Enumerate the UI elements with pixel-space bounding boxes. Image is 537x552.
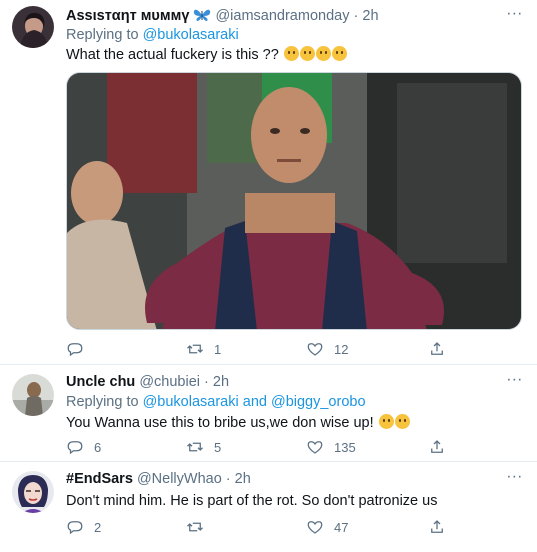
- reply-icon: [67, 441, 83, 455]
- timestamp[interactable]: 2h: [362, 8, 378, 24]
- retweet-button[interactable]: 1: [186, 340, 221, 358]
- tears-of-joy-emoji-icon: [378, 414, 394, 429]
- mention-link[interactable]: @bukolasaraki: [143, 394, 239, 410]
- user-handle[interactable]: @NellyWhao: [137, 471, 222, 487]
- like-button[interactable]: 135: [306, 438, 356, 456]
- reply-icon: [67, 521, 83, 535]
- butterfly-emoji-icon: [193, 8, 211, 26]
- reply-button[interactable]: 2: [66, 518, 101, 536]
- retweet-icon: [187, 522, 203, 532]
- retweet-icon: [187, 442, 203, 452]
- reply-button[interactable]: 6: [66, 438, 101, 456]
- tweet-text-content: You Wanna use this to bribe us,we don wi…: [66, 415, 374, 431]
- heart-icon: [307, 521, 323, 534]
- raised-eyebrow-emoji-icon: [283, 46, 299, 61]
- retweet-button[interactable]: [186, 518, 214, 536]
- timestamp[interactable]: 2h: [235, 471, 251, 487]
- tweet-text: Don't mind him. He is part of the rot. S…: [66, 493, 437, 509]
- share-button[interactable]: [428, 518, 446, 536]
- raised-eyebrow-emoji-icon: [315, 46, 331, 61]
- tweet[interactable]: #EndSars @NellyWhao · 2h ∙∙∙ Don't mind …: [0, 463, 537, 552]
- tears-of-joy-emoji-icon: [394, 414, 410, 429]
- display-name[interactable]: #EndSars: [66, 471, 133, 487]
- like-button[interactable]: 47: [306, 518, 348, 536]
- mention-link[interactable]: @bukolasaraki: [143, 27, 239, 43]
- separator: ·: [353, 8, 359, 24]
- display-name[interactable]: Assιѕтαηт мυммү: [66, 8, 189, 24]
- tweet-text-content: What the actual fuckery is this ??: [66, 47, 279, 63]
- tweet-text: What the actual fuckery is this ??: [66, 46, 347, 63]
- tweet-actions: 6 5 135: [66, 438, 446, 458]
- tweet-header: #EndSars @NellyWhao · 2h: [66, 471, 251, 487]
- reply-count: 2: [94, 519, 102, 535]
- like-count: 47: [334, 519, 349, 535]
- replying-to-label: Replying to: [66, 394, 139, 410]
- avatar[interactable]: [12, 6, 54, 48]
- separator: ·: [204, 374, 209, 390]
- tweet-actions: 2 47: [66, 518, 446, 538]
- retweet-icon: [187, 344, 203, 354]
- retweet-button[interactable]: 5: [186, 438, 221, 456]
- separator: ·: [225, 471, 231, 487]
- share-icon: [431, 520, 443, 533]
- display-name[interactable]: Uncle chu: [66, 374, 135, 390]
- avatar[interactable]: [12, 471, 54, 513]
- raised-eyebrow-emoji-icon: [331, 46, 347, 61]
- user-handle[interactable]: @iamsandramonday: [215, 8, 349, 24]
- replying-to-label: Replying to: [66, 27, 139, 43]
- replying-to: Replying to @bukolasaraki: [66, 27, 239, 43]
- replying-and: and: [242, 394, 267, 410]
- share-button[interactable]: [428, 340, 446, 358]
- more-options-icon[interactable]: ∙∙∙: [507, 6, 523, 22]
- replying-to: Replying to @bukolasaraki and @biggy_oro…: [66, 394, 366, 410]
- share-button[interactable]: [428, 438, 446, 456]
- like-count: 135: [334, 439, 356, 455]
- tweet-image[interactable]: [66, 72, 522, 330]
- raised-eyebrow-emoji-icon: [299, 46, 315, 61]
- more-options-icon[interactable]: ∙∙∙: [507, 469, 523, 485]
- user-handle[interactable]: @chubiei: [139, 374, 200, 390]
- share-icon: [431, 342, 443, 355]
- tweet-text: You Wanna use this to bribe us,we don wi…: [66, 414, 410, 431]
- tweet[interactable]: Uncle chu @chubiei · 2h ∙∙∙ Replying to …: [0, 366, 537, 462]
- more-options-icon[interactable]: ∙∙∙: [507, 372, 523, 388]
- reply-icon: [67, 343, 83, 357]
- heart-icon: [307, 441, 323, 454]
- avatar[interactable]: [12, 374, 54, 416]
- reply-button[interactable]: [66, 340, 94, 358]
- tweet-actions: 1 12: [66, 340, 446, 360]
- heart-icon: [307, 343, 323, 356]
- mention-link[interactable]: @biggy_orobo: [271, 394, 366, 410]
- like-count: 12: [334, 341, 349, 357]
- reply-count: 6: [94, 439, 102, 455]
- tweet[interactable]: Assιѕтαηт мυммү @iamsandramonday · 2h ∙∙…: [0, 0, 537, 365]
- timestamp[interactable]: 2h: [213, 374, 229, 390]
- tweet-header: Uncle chu @chubiei · 2h: [66, 374, 229, 390]
- tweet-text-content: Don't mind him. He is part of the rot. S…: [66, 493, 438, 509]
- retweet-count: 5: [214, 439, 222, 455]
- share-icon: [431, 440, 443, 453]
- retweet-count: 1: [214, 341, 222, 357]
- tweet-header: Assιѕтαηт мυммү @iamsandramonday · 2h: [66, 8, 379, 26]
- like-button[interactable]: 12: [306, 340, 348, 358]
